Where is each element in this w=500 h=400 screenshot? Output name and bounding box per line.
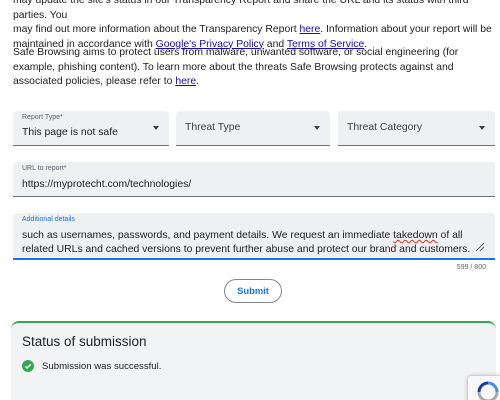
details-text-start: such as usernames, passwords, and paymen… xyxy=(22,230,394,241)
recaptcha-badge[interactable] xyxy=(468,376,500,400)
url-input[interactable]: URL to report* https://myprotecht.com/te… xyxy=(13,162,495,197)
status-card: Status of submission Submission was succ… xyxy=(11,321,496,400)
chevron-down-icon xyxy=(153,126,159,130)
additional-details-label: Additional details xyxy=(22,216,75,223)
url-value: https://myprotecht.com/technologies/ xyxy=(22,179,192,190)
intro-paragraph: may update the site's status in our Tran… xyxy=(13,0,498,52)
intro-text-line2: may find out more information about the … xyxy=(13,24,300,35)
safe-browsing-period: . xyxy=(196,76,199,87)
chevron-down-icon xyxy=(479,126,485,130)
resize-handle-icon[interactable] xyxy=(475,242,485,252)
intro-text-line2-end: . Information about your report will be xyxy=(320,24,492,35)
safe-browsing-policies-link[interactable]: here xyxy=(175,76,196,87)
additional-details-textarea[interactable]: Additional details such as usernames, pa… xyxy=(13,213,495,260)
safe-browsing-text: Safe Browsing aims to protect users from… xyxy=(13,47,459,87)
intro-text-line1: may update the site's status in our Tran… xyxy=(13,0,469,21)
threat-category-select[interactable]: Threat Category xyxy=(338,111,495,146)
report-type-label: Report Type* xyxy=(22,114,63,121)
recaptcha-icon xyxy=(477,381,499,400)
additional-details-text: such as usernames, passwords, and paymen… xyxy=(22,229,477,257)
report-type-value: This page is not safe xyxy=(22,127,118,138)
status-row: Submission was successful. xyxy=(22,360,161,372)
threat-type-placeholder: Threat Type xyxy=(185,122,241,133)
misspelled-word: takedown xyxy=(393,230,438,241)
transparency-report-link[interactable]: here xyxy=(299,24,320,35)
threat-type-select[interactable]: Threat Type xyxy=(176,111,330,146)
safe-browsing-paragraph: Safe Browsing aims to protect users from… xyxy=(13,46,498,90)
status-title: Status of submission xyxy=(22,334,147,349)
submit-button[interactable]: Submit xyxy=(224,279,282,303)
threat-category-placeholder: Threat Category xyxy=(347,122,423,133)
url-label: URL to report* xyxy=(22,165,67,172)
report-type-select[interactable]: Report Type* This page is not safe xyxy=(13,111,169,146)
character-counter: 599 / 800 xyxy=(456,264,486,271)
status-message: Submission was successful. xyxy=(42,360,162,372)
check-circle-icon xyxy=(22,360,34,372)
chevron-down-icon xyxy=(314,126,320,130)
